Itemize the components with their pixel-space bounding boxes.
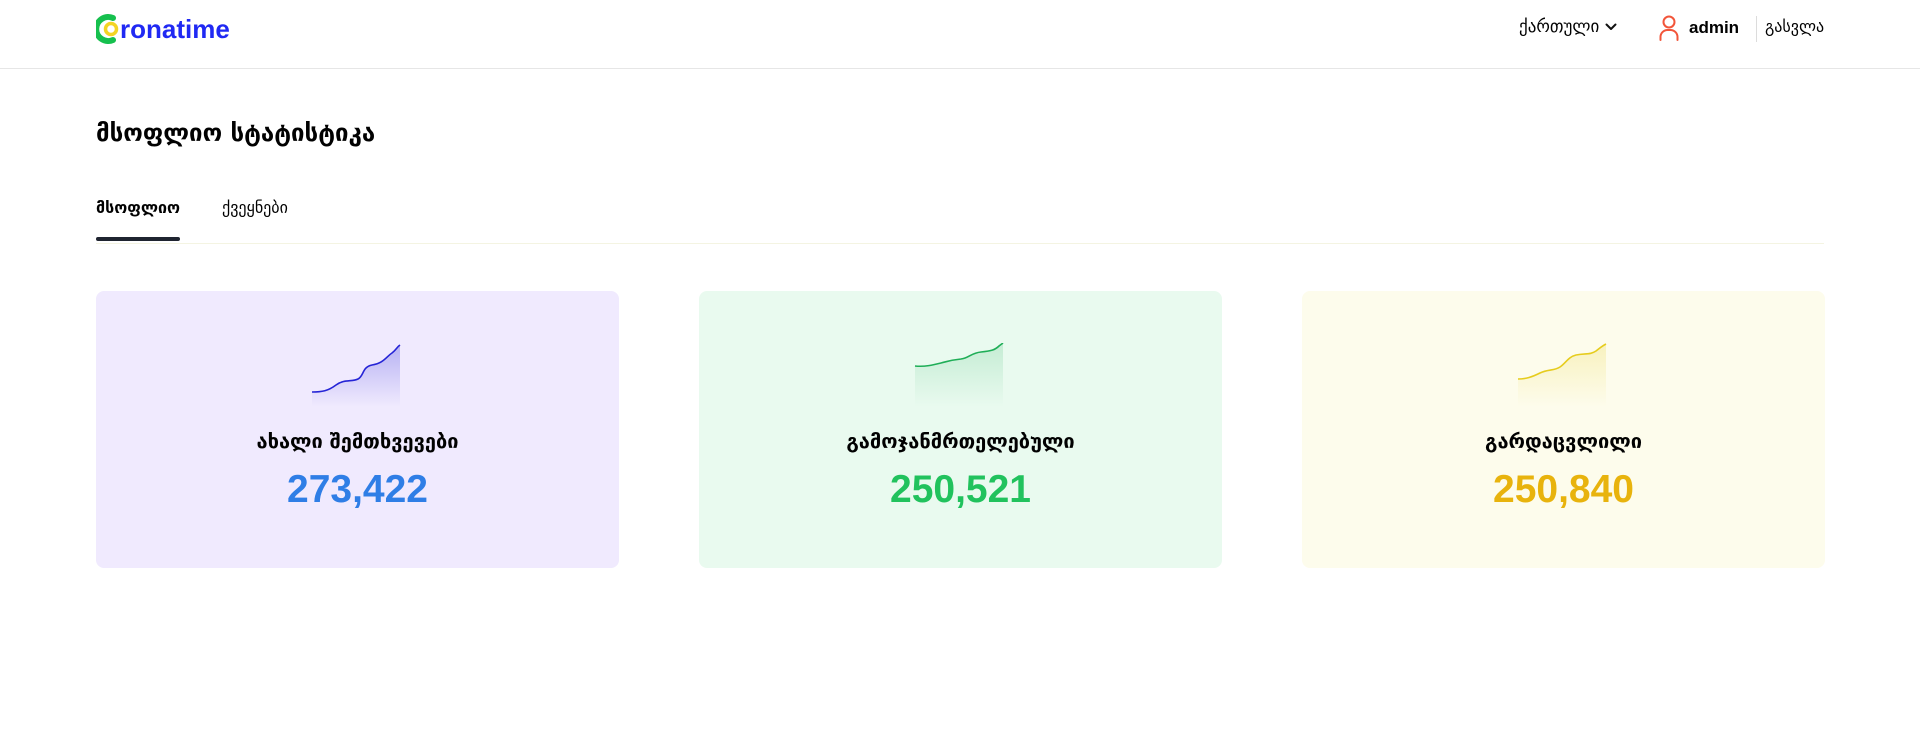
stat-value: 250,840 [1493,468,1634,511]
user-menu[interactable]: admin [1659,15,1739,41]
stat-card-recovered: გამოჯანმრთელებული 250,521 [699,291,1222,568]
stat-card-deaths: გარდაცვლილი 250,840 [1302,291,1825,568]
stat-value: 250,521 [890,468,1031,511]
stat-value: 273,422 [287,468,428,511]
user-name: admin [1689,18,1740,37]
top-header: ronatime ქართული admin გასვლა [0,0,1920,69]
page-title: მსოფლიო სტატისტიკა [96,119,376,147]
stat-label: გარდაცვლილი [1485,429,1642,453]
logout-link[interactable]: გასვლა [1765,17,1824,36]
user-icon [1659,15,1679,41]
stat-card-new-cases: ახალი შემთხვევები 273,422 [96,291,619,568]
trend-chart-icon [699,343,1222,407]
tab-countries[interactable]: ქვეყნები [222,198,288,217]
trend-chart-icon [96,343,619,407]
coronatime-logo[interactable]: ronatime [96,12,230,46]
tab-worldwide[interactable]: მსოფლიო [96,198,180,217]
chevron-down-icon [1605,23,1617,30]
corona-c-logo-icon [96,14,119,44]
trend-chart-icon [1302,343,1825,407]
logo-text: ronatime [120,13,230,44]
stat-label: ახალი შემთხვევები [256,429,459,453]
tab-bar: მსოფლიო ქვეყნები [96,198,1824,244]
active-tab-indicator [96,237,180,241]
language-selector[interactable]: ქართული [1519,17,1617,37]
language-label: ქართული [1519,17,1600,37]
stat-label: გამოჯანმრთელებული [846,429,1075,453]
header-divider [1756,16,1757,42]
